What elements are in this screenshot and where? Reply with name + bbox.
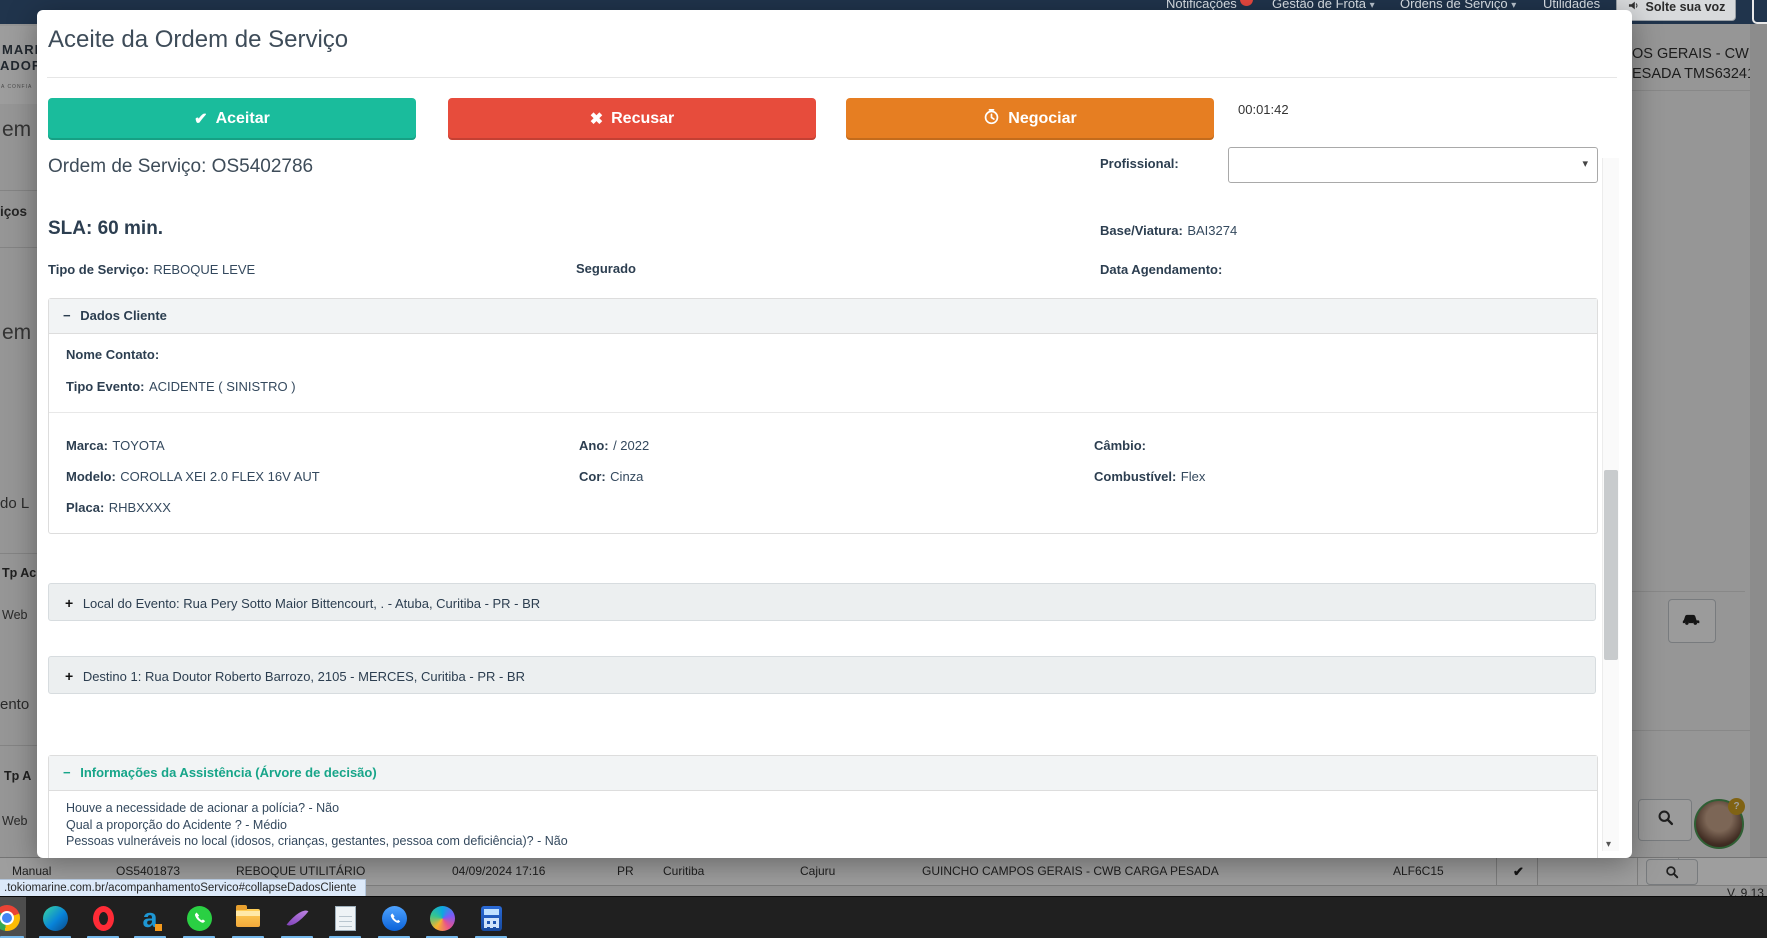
taskbar-opera[interactable]: [83, 897, 123, 938]
professional-label: Profissional:: [1100, 156, 1179, 171]
tipo-evento-field: Tipo Evento: ACIDENTE ( SINISTRO ): [66, 379, 296, 394]
taskbar-feather-app[interactable]: [277, 897, 317, 938]
session-icon[interactable]: [1752, 0, 1767, 24]
modal-title: Aceite da Ordem de Serviço: [48, 26, 349, 53]
cross-icon: ✖: [589, 111, 604, 128]
dados-cliente-header[interactable]: − Dados Cliente: [49, 299, 1597, 334]
collapse-minus-icon: −: [63, 765, 71, 780]
modal-scrollbar[interactable]: ▾: [1602, 158, 1619, 851]
scrollbar-thumb[interactable]: [1604, 470, 1618, 660]
notification-badge: [1240, 0, 1253, 6]
combustivel-field: Combustível: Flex: [1094, 469, 1206, 484]
taskbar-blue-a-app[interactable]: a: [130, 897, 170, 938]
service-order-accept-modal: Aceite da Ordem de Serviço ✔ Aceitar ✖ R…: [37, 10, 1632, 858]
data-agendamento-field: Data Agendamento:: [1100, 262, 1223, 277]
expand-plus-icon: +: [65, 668, 74, 684]
order-number: Ordem de Serviço: OS5402786: [48, 156, 314, 177]
notepad-icon: [334, 905, 356, 931]
collapse-minus-icon: −: [63, 308, 71, 323]
screen: MARIN ADORA A CONFIA em iços em do L Tp …: [0, 0, 1767, 938]
taskbar-file-explorer[interactable]: [228, 897, 268, 938]
destino-collapsed-bar[interactable]: + Destino 1: Rua Doutor Roberto Barrozo,…: [48, 656, 1596, 694]
assistencia-answers: Houve a necessidade de acionar a polícia…: [66, 801, 568, 848]
check-icon: ✔: [194, 111, 208, 128]
scroll-down-icon[interactable]: ▾: [1606, 839, 1611, 850]
segurado-label: Segurado: [576, 261, 636, 276]
divider: [47, 77, 1617, 78]
edge-icon: [42, 905, 68, 931]
ano-field: Ano: / 2022: [579, 438, 650, 453]
divider: [49, 412, 1597, 413]
expand-plus-icon: +: [65, 595, 74, 611]
blue-a-app-icon: a: [142, 904, 162, 931]
dados-cliente-panel: − Dados Cliente Nome Contato: Tipo Event…: [48, 298, 1598, 534]
clock-icon: [983, 108, 1000, 130]
accept-button[interactable]: ✔ Aceitar: [48, 98, 416, 140]
marca-field: Marca: TOYOTA: [66, 438, 165, 453]
assistencia-header[interactable]: − Informações da Assistência (Árvore de …: [49, 756, 1597, 791]
professional-select[interactable]: ▾: [1228, 147, 1598, 183]
taskbar-phone-app[interactable]: [374, 897, 414, 938]
taskbar-edge[interactable]: [35, 897, 75, 938]
copilot-icon: [429, 905, 455, 931]
taskbar-calculator[interactable]: [471, 897, 511, 938]
taskbar-notepad[interactable]: [325, 897, 365, 938]
file-explorer-icon: [236, 905, 260, 927]
cambio-field: Câmbio:: [1094, 438, 1146, 453]
modelo-field: Modelo: COROLLA XEI 2.0 FLEX 16V AUT: [66, 469, 320, 484]
opera-icon: [92, 905, 114, 931]
placa-field: Placa: RHBXXXX: [66, 500, 171, 515]
voice-button[interactable]: Solte sua voz: [1616, 0, 1736, 21]
calculator-icon: [480, 905, 502, 931]
sla-label: SLA: 60 min.: [48, 218, 164, 239]
phone-icon: [381, 905, 407, 931]
local-evento-collapsed-bar[interactable]: + Local do Evento: Rua Pery Sotto Maior …: [48, 583, 1596, 621]
negotiate-button[interactable]: Negociar: [846, 98, 1214, 140]
taskbar-copilot[interactable]: [422, 897, 462, 938]
chrome-icon: [0, 905, 20, 931]
whatsapp-icon: [186, 905, 212, 931]
refuse-button[interactable]: ✖ Recusar: [448, 98, 816, 140]
countdown-timer: 00:01:42: [1238, 102, 1289, 117]
nome-contato-field: Nome Contato:: [66, 347, 160, 362]
chevron-down-icon: ▾: [1582, 158, 1588, 170]
windows-taskbar: a: [0, 896, 1767, 938]
taskbar-chrome[interactable]: [0, 897, 26, 938]
assistencia-panel: − Informações da Assistência (Árvore de …: [48, 755, 1598, 858]
feather-icon: [286, 905, 308, 931]
cor-field: Cor: Cinza: [579, 469, 644, 484]
taskbar-whatsapp[interactable]: [179, 897, 219, 938]
base-viatura-field: Base/Viatura: BAI3274: [1100, 223, 1238, 238]
tipo-servico-field: Tipo de Serviço: REBOQUE LEVE: [48, 262, 256, 277]
